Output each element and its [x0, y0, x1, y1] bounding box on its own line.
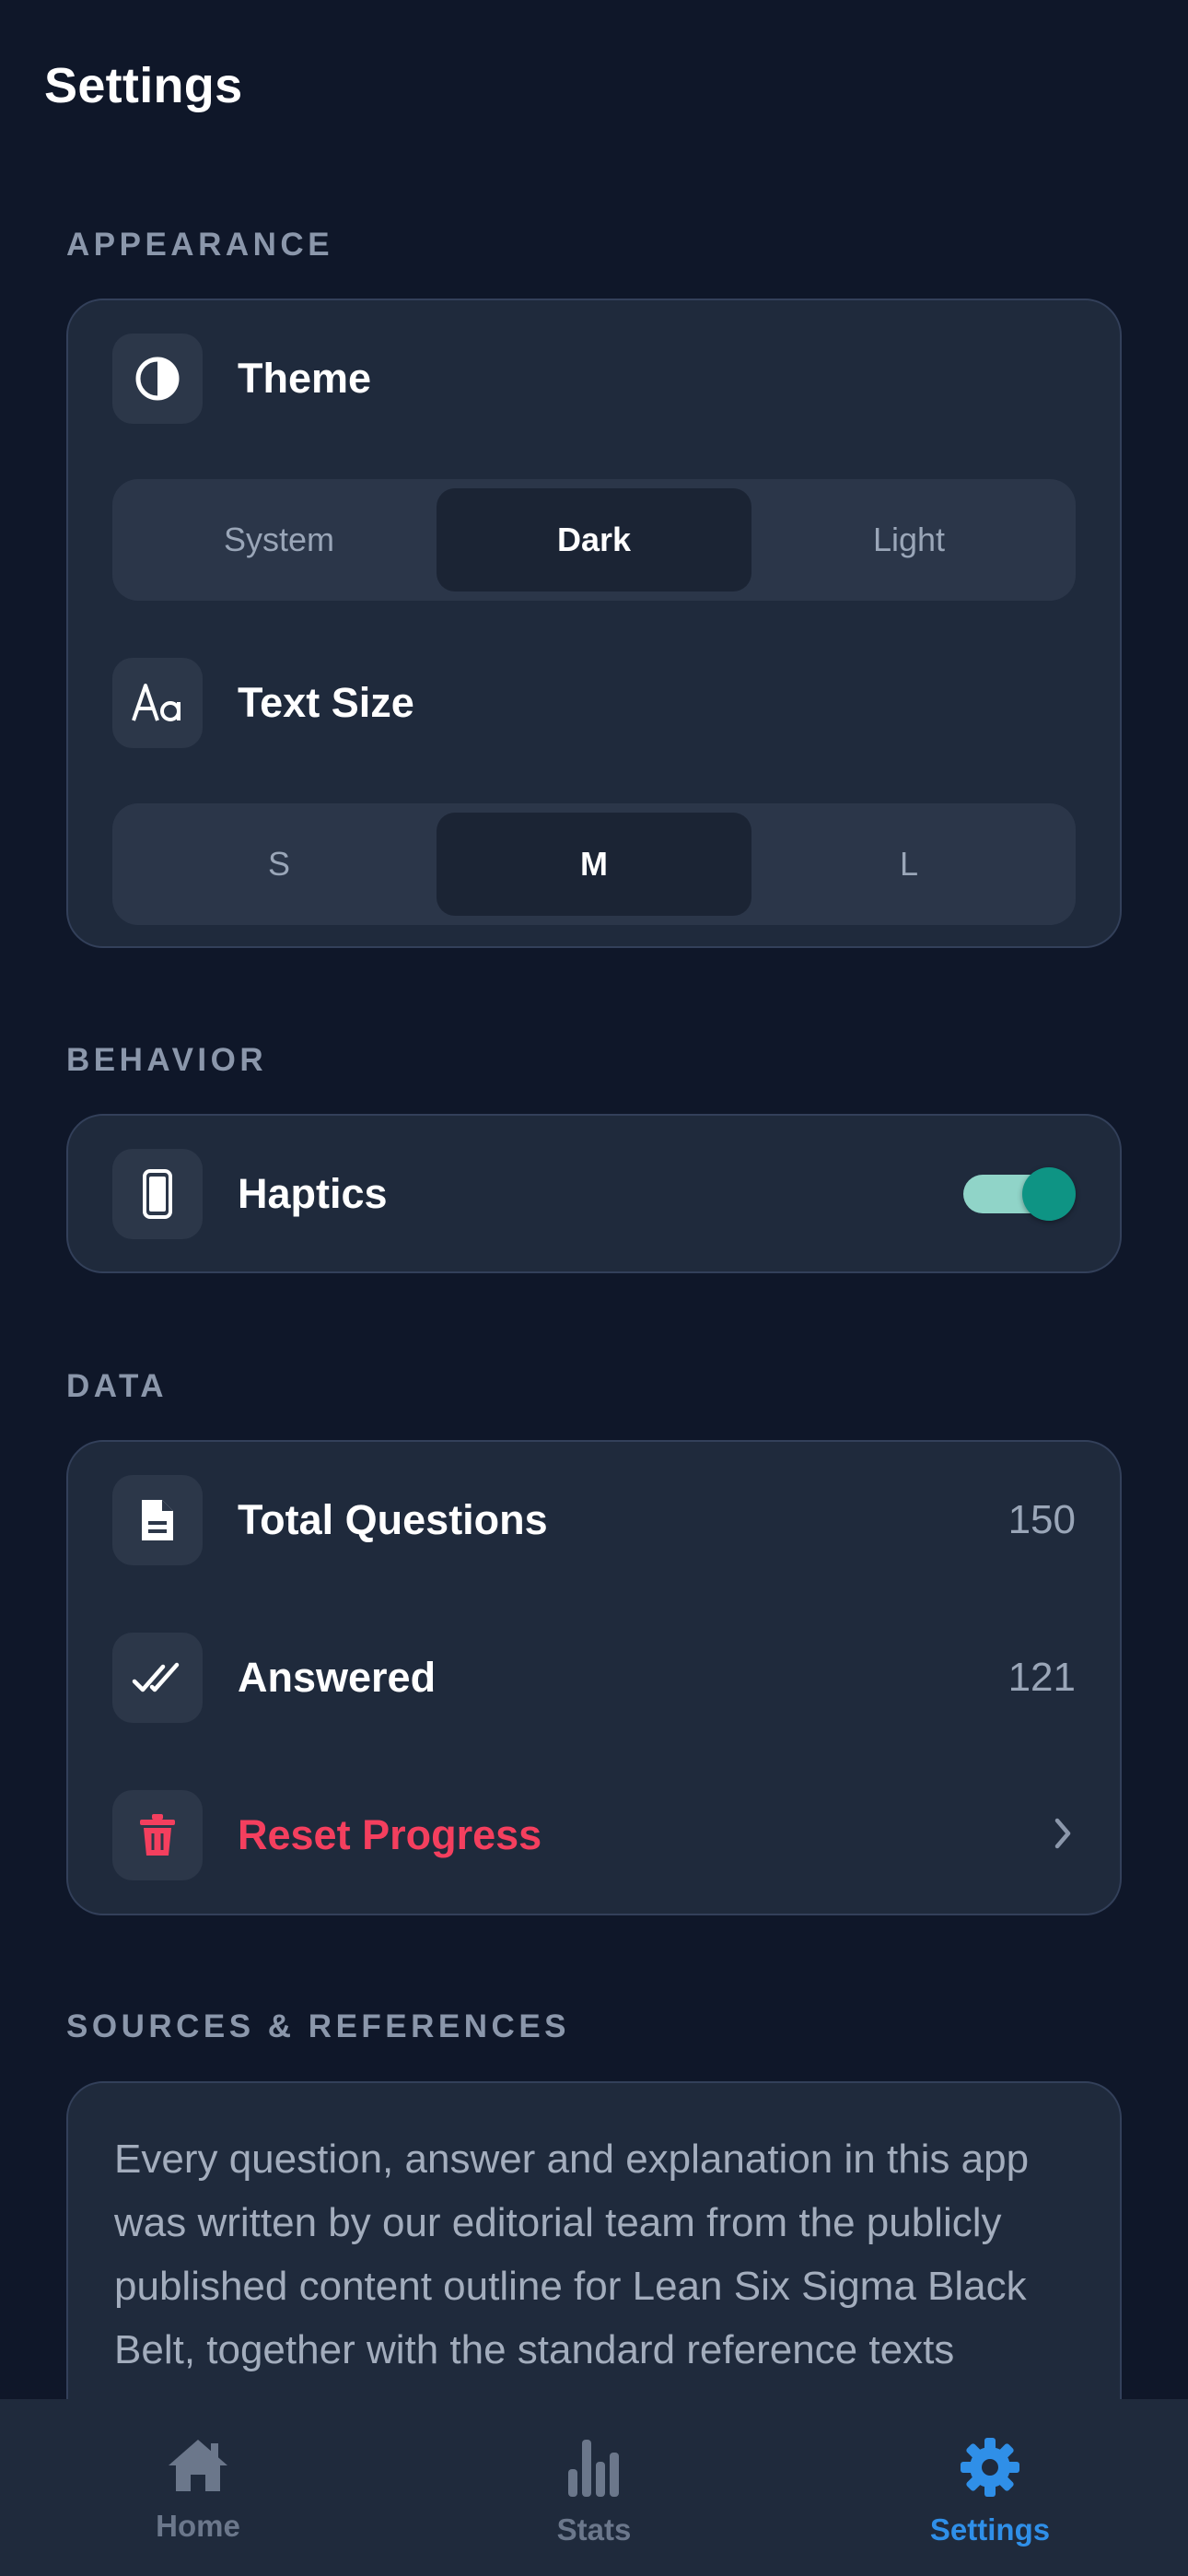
tab-home[interactable]: Home [0, 2399, 396, 2576]
total-questions-label: Total Questions [238, 1496, 548, 1543]
theme-label: Theme [238, 355, 372, 402]
total-questions-value: 150 [1007, 1497, 1076, 1542]
tab-settings[interactable]: Settings [792, 2399, 1188, 2576]
section-label-data: DATA [66, 1368, 169, 1404]
haptics-toggle[interactable] [963, 1167, 1076, 1221]
document-icon [112, 1475, 203, 1565]
behavior-card: Haptics [66, 1114, 1122, 1273]
tab-stats[interactable]: Stats [396, 2399, 792, 2576]
text-size-label: Text Size [238, 679, 414, 726]
sources-text: Every question, answer and explanation i… [114, 2137, 1030, 2372]
home-icon [165, 2436, 231, 2500]
tab-bar: Home Stats Settings [0, 2399, 1188, 2576]
data-card: Total Questions 150 Answered 121 Reset P… [66, 1440, 1122, 1915]
trash-icon [112, 1790, 203, 1880]
theme-option-dark[interactable]: Dark [437, 488, 751, 591]
gear-icon [959, 2436, 1021, 2503]
haptics-row: Haptics [112, 1149, 1076, 1239]
answered-label: Answered [238, 1654, 437, 1701]
chevron-right-icon [1050, 1815, 1076, 1856]
answered-value: 121 [1007, 1655, 1076, 1700]
answered-row: Answered 121 [112, 1633, 1076, 1723]
theme-option-light[interactable]: Light [751, 488, 1066, 591]
total-questions-row: Total Questions 150 [112, 1475, 1076, 1565]
appearance-card: Theme System Dark Light Text Size S M L [66, 299, 1122, 948]
page-title: Settings [44, 58, 243, 113]
theme-row: Theme [112, 334, 1076, 424]
section-label-sources: SOURCES & REFERENCES [66, 2008, 571, 2044]
text-size-option-s[interactable]: S [122, 813, 437, 916]
theme-segmented-control: System Dark Light [112, 479, 1076, 601]
bar-chart-icon [565, 2436, 623, 2503]
reset-progress-label: Reset Progress [238, 1811, 542, 1858]
text-size-segmented-control: S M L [112, 803, 1076, 925]
text-size-option-l[interactable]: L [751, 813, 1066, 916]
reset-progress-row[interactable]: Reset Progress [112, 1790, 1076, 1880]
tab-label-home: Home [156, 2509, 240, 2543]
section-label-appearance: APPEARANCE [66, 227, 334, 263]
text-size-option-m[interactable]: M [437, 813, 751, 916]
tab-label-stats: Stats [556, 2512, 632, 2547]
contrast-icon [112, 334, 203, 424]
tab-label-settings: Settings [929, 2512, 1051, 2547]
text-size-row: Text Size [112, 658, 1076, 748]
theme-option-system[interactable]: System [122, 488, 437, 591]
phone-icon [112, 1149, 203, 1239]
section-label-behavior: BEHAVIOR [66, 1042, 268, 1078]
double-check-icon [112, 1633, 203, 1723]
toggle-knob [1022, 1167, 1076, 1221]
settings-screen: Settings APPEARANCE Theme System Dark Li… [0, 0, 1188, 2576]
haptics-label: Haptics [238, 1170, 388, 1217]
text-size-icon [112, 658, 203, 748]
